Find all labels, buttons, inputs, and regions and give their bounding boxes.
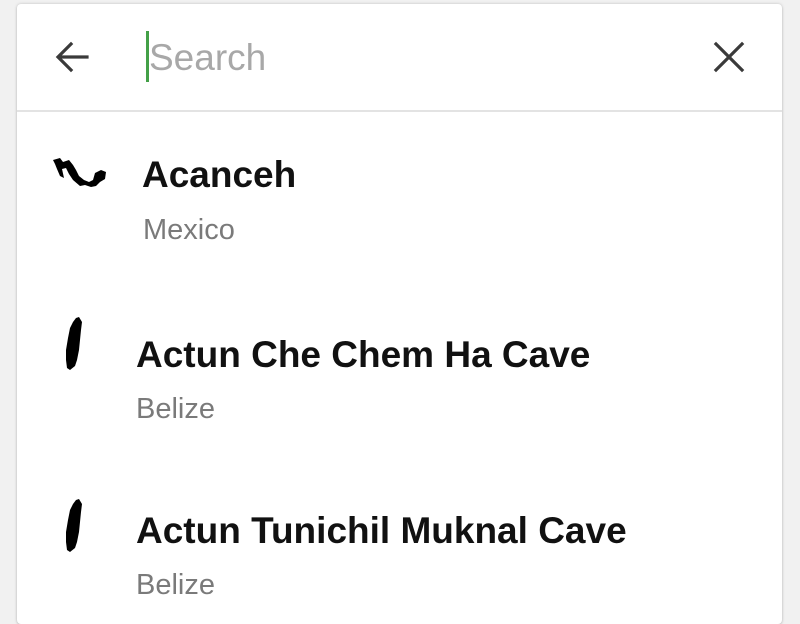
mexico-map-icon	[53, 158, 106, 187]
result-name: Actun Che Chem Ha Cave	[136, 334, 591, 375]
result-item[interactable]: Actun Tunichil Muknal Cave Belize	[17, 466, 782, 624]
belize-map-icon	[66, 499, 82, 552]
text-caret	[146, 31, 149, 82]
result-name: Acanceh	[142, 154, 297, 195]
result-item[interactable]: Actun Che Chem Ha Cave Belize	[17, 290, 782, 460]
search-bar	[17, 4, 782, 112]
result-country: Belize	[136, 569, 215, 601]
arrow-left-icon	[55, 41, 89, 73]
search-input[interactable]	[145, 32, 689, 84]
belize-map-icon	[66, 317, 82, 370]
result-name: Actun Tunichil Muknal Cave	[136, 510, 627, 551]
result-country: Mexico	[143, 214, 235, 246]
result-item[interactable]: Acanceh Mexico	[17, 112, 782, 282]
result-country: Belize	[136, 393, 215, 425]
clear-search-button[interactable]	[704, 32, 754, 82]
search-card: Acanceh Mexico Actun Che Chem Ha Cave Be…	[17, 4, 782, 624]
close-icon	[713, 41, 745, 73]
back-button[interactable]	[47, 32, 97, 82]
